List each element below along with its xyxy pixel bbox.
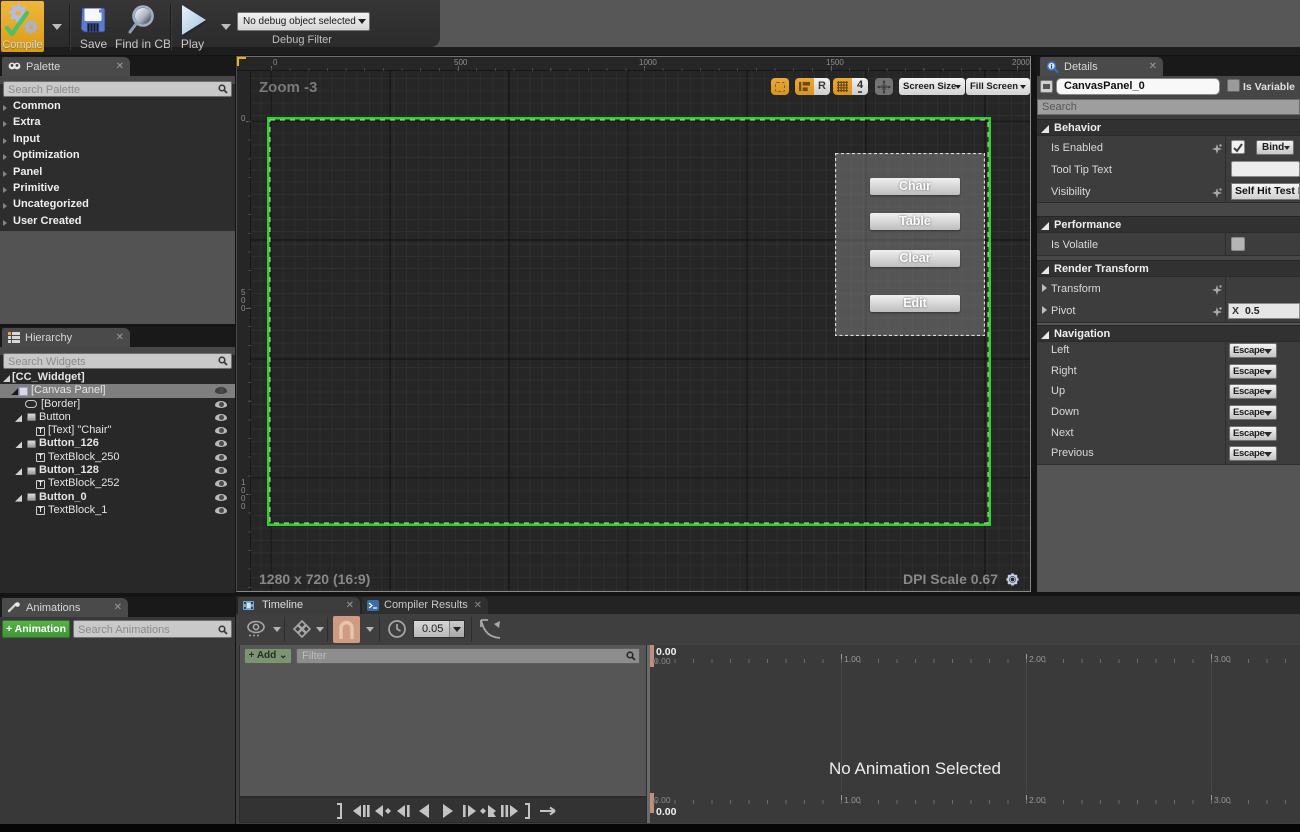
svg-text:i: i (1051, 63, 1053, 70)
